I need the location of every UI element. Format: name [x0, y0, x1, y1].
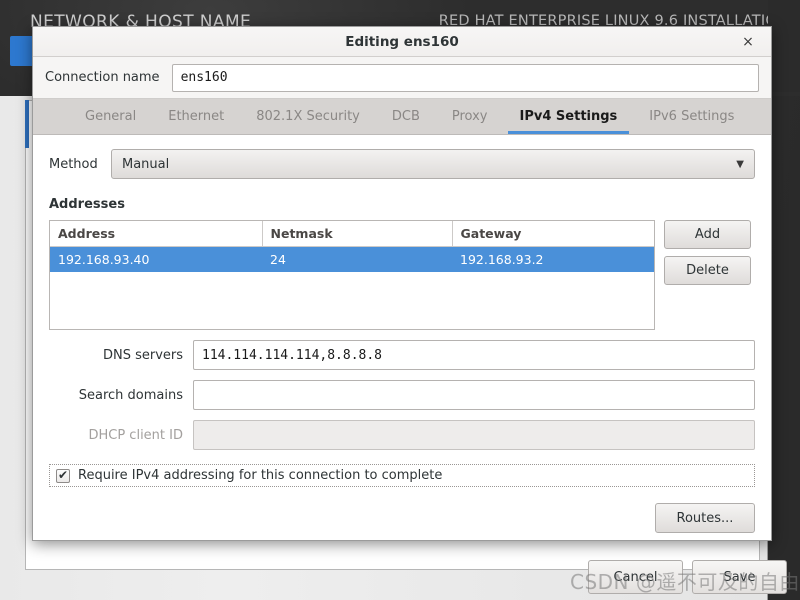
- addresses-section-label: Addresses: [49, 197, 125, 212]
- addresses-table-container[interactable]: Address Netmask Gateway 192.168.93.40 24…: [49, 220, 655, 330]
- settings-tabstrip: General Ethernet 802.1X Security DCB Pro…: [33, 99, 771, 135]
- cell-gateway[interactable]: 192.168.93.2: [452, 246, 654, 272]
- dns-servers-row: DNS servers 114.114.114.114,8.8.8.8: [49, 340, 755, 370]
- tab-proxy[interactable]: Proxy: [436, 99, 504, 134]
- connection-name-label: Connection name: [45, 70, 160, 85]
- method-row: Method Manual ▼: [49, 149, 755, 179]
- search-domains-input[interactable]: [193, 380, 755, 410]
- require-ipv4-checkbox[interactable]: [56, 467, 70, 483]
- dns-servers-label: DNS servers: [102, 347, 183, 363]
- dialog-titlebar: Editing ens160 ×: [33, 27, 771, 57]
- cell-netmask[interactable]: 24: [262, 246, 452, 272]
- require-ipv4-row[interactable]: Require IPv4 addressing for this connect…: [49, 464, 755, 487]
- column-header-address[interactable]: Address: [50, 221, 263, 247]
- column-header-gateway[interactable]: Gateway: [452, 221, 654, 247]
- tab-general[interactable]: General: [69, 99, 152, 134]
- method-selected-value: Manual: [122, 156, 170, 172]
- table-row[interactable]: 192.168.93.40 24 192.168.93.2: [50, 246, 654, 272]
- search-domains-row: Search domains: [49, 380, 755, 410]
- cell-address[interactable]: 192.168.93.40: [50, 246, 262, 272]
- tab-dcb[interactable]: DCB: [376, 99, 436, 134]
- addresses-buttons: Add Delete: [664, 220, 751, 285]
- tab-ipv4-settings[interactable]: IPv4 Settings: [504, 99, 634, 134]
- addresses-area: Address Netmask Gateway 192.168.93.40 24…: [49, 220, 755, 330]
- search-domains-label: Search domains: [78, 387, 183, 403]
- connection-name-input[interactable]: ens160: [171, 63, 759, 92]
- addresses-table: Address Netmask Gateway 192.168.93.40 24…: [50, 221, 654, 272]
- method-label: Method: [49, 156, 98, 172]
- method-select[interactable]: Manual ▼: [111, 149, 755, 179]
- column-header-netmask[interactable]: Netmask: [262, 221, 453, 247]
- connection-name-row: Connection name ens160: [33, 57, 771, 99]
- add-button[interactable]: Add: [664, 220, 751, 249]
- require-ipv4-label: Require IPv4 addressing for this connect…: [78, 468, 443, 483]
- dns-servers-input[interactable]: 114.114.114.114,8.8.8.8: [193, 340, 755, 370]
- table-header-row: Address Netmask Gateway: [50, 221, 654, 247]
- tab-ethernet[interactable]: Ethernet: [152, 99, 240, 134]
- dhcp-client-id-label: DHCP client ID: [88, 427, 183, 443]
- tab-ipv6-settings[interactable]: IPv6 Settings: [633, 99, 750, 134]
- watermark: CSDN @遥不可及的自由: [570, 570, 800, 594]
- ipv4-settings-panel: Method Manual ▼ Addresses Address Netmas…: [33, 135, 771, 540]
- routes-button[interactable]: Routes...: [655, 503, 755, 533]
- editing-connection-dialog: Editing ens160 × Connection name ens160 …: [32, 26, 772, 541]
- routes-row: Routes...: [49, 503, 755, 533]
- installer-accent-bar: [25, 100, 29, 148]
- tab-8021x-security[interactable]: 802.1X Security: [240, 99, 376, 134]
- dhcp-client-id-row: DHCP client ID: [49, 420, 755, 450]
- close-icon[interactable]: ×: [735, 27, 761, 57]
- dialog-title: Editing ens160: [345, 34, 459, 50]
- chevron-down-icon: ▼: [736, 158, 744, 170]
- installer-desktop-right: [768, 0, 800, 92]
- delete-button[interactable]: Delete: [664, 256, 751, 285]
- dhcp-client-id-input: [193, 420, 755, 450]
